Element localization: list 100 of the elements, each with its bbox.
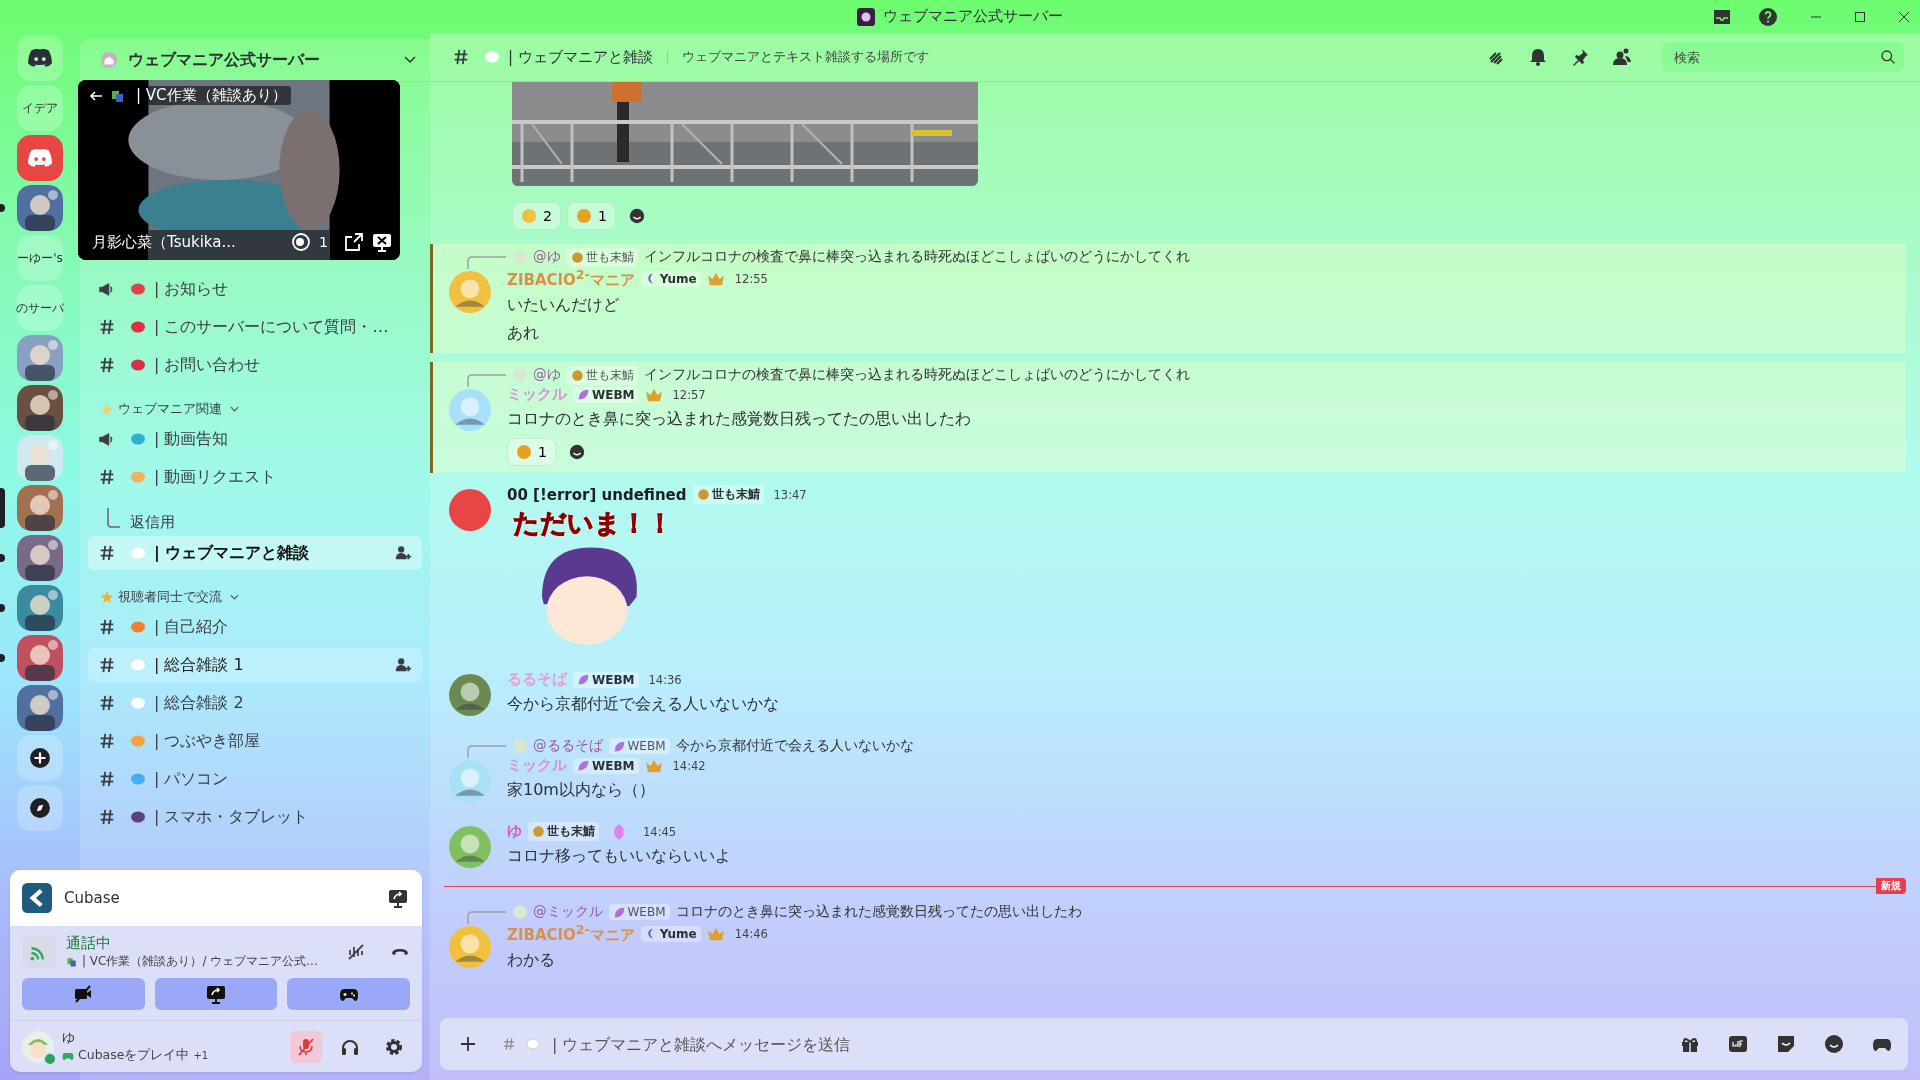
leaf-icon	[577, 759, 590, 772]
help-icon[interactable]	[1758, 6, 1778, 27]
message-text: あれ	[507, 322, 540, 344]
maximize-icon[interactable]	[1854, 10, 1866, 23]
tag-label: 世も末鯖	[547, 823, 595, 840]
chevron-icon	[230, 406, 239, 412]
message-text: 家10m以内なら（）	[507, 779, 656, 801]
reply-text[interactable]: 今から京都付近で会える人いないかな	[675, 737, 914, 755]
activity-button[interactable]	[287, 978, 410, 1010]
explore-button[interactable]	[17, 785, 63, 831]
timestamp: 14:45	[643, 824, 677, 839]
hash-icon	[98, 770, 116, 788]
bell-icon[interactable]	[1528, 47, 1548, 67]
search-input[interactable]: 検索	[1672, 48, 1880, 66]
screen-share-icon	[206, 984, 226, 1004]
server-icon[interactable]: ーゆー's	[17, 235, 63, 281]
category-header[interactable]: 視聴者同士で交流	[88, 574, 422, 610]
reply-avatar	[513, 739, 527, 753]
channel-item[interactable]: | 総合雑談 2	[88, 686, 422, 720]
message-input[interactable]: | ウェブマニアと雑談へメッセージを送信	[550, 1033, 1652, 1055]
reply-text[interactable]: コロナのとき鼻に突っ込まれた感覚数日残ってたの思い出したわ	[675, 903, 1082, 921]
hash-icon	[452, 48, 470, 66]
user-avatar[interactable]	[22, 1030, 54, 1063]
user-avatar[interactable]	[449, 826, 491, 868]
user-avatar[interactable]	[449, 389, 491, 431]
server-icon[interactable]	[17, 135, 63, 181]
reply-text[interactable]: インフルコロナの検査で鼻に棒突っ込まれる時死ぬほどこしょばいのどうにかしてくれ	[643, 366, 1190, 384]
channel-item[interactable]: | つぶやき部屋	[88, 724, 422, 758]
message-field[interactable]: | ウェブマニアと雑談へメッセージを送信	[440, 1018, 1908, 1070]
hash-icon	[98, 318, 116, 336]
add-reaction-icon[interactable]	[567, 443, 586, 461]
close-icon[interactable]	[1898, 10, 1910, 23]
leaf-icon	[612, 739, 626, 753]
search-field[interactable]: 検索	[1662, 42, 1904, 72]
channel-emoji-icon	[484, 49, 500, 65]
author-name[interactable]: 00 [!error] undefined	[507, 485, 687, 504]
home-button[interactable]	[17, 35, 63, 81]
user-avatar[interactable]	[449, 760, 491, 802]
user-avatar[interactable]	[449, 489, 491, 531]
invite-icon[interactable]	[394, 656, 412, 674]
tag-label: 世も末鯖	[585, 366, 634, 384]
channel-item[interactable]: | 自己紹介	[88, 610, 422, 644]
external-link-icon[interactable]	[344, 232, 364, 252]
gif-icon[interactable]	[1728, 1034, 1748, 1054]
message-text: コロナのとき鼻に突っ込まれた感覚数日残ってたの思い出したわ	[507, 408, 971, 430]
app-icon	[22, 883, 52, 913]
camera-button[interactable]	[22, 978, 145, 1010]
thread-item[interactable]: 返信用	[130, 513, 175, 532]
user-avatar[interactable]	[449, 674, 491, 716]
add-reaction-icon[interactable]	[627, 207, 646, 225]
timestamp: 14:42	[672, 758, 706, 773]
channel-item[interactable]: | 動画リクエスト	[88, 460, 422, 494]
reaction-button[interactable]: 1	[566, 202, 616, 230]
category-header[interactable]: ウェブマニア関連	[88, 386, 422, 422]
reply-author[interactable]: @るるそば	[533, 737, 603, 755]
mute-button[interactable]	[290, 1030, 322, 1063]
noise-suppression-icon[interactable]	[346, 942, 366, 962]
channel-item[interactable]: | お知らせ	[88, 272, 422, 306]
reply-author[interactable]: @ゆ	[533, 366, 561, 384]
timestamp: 13:47	[773, 487, 807, 502]
reaction-button[interactable]: 2	[512, 202, 561, 230]
add-server-button[interactable]	[17, 735, 63, 781]
invite-icon[interactable]	[394, 544, 412, 562]
microphone-muted-icon	[296, 1036, 316, 1057]
chevron-icon	[230, 594, 239, 600]
user-avatar[interactable]	[449, 271, 491, 313]
reaction-button[interactable]: 1	[507, 438, 556, 466]
emoji-icon[interactable]	[1824, 1034, 1844, 1054]
channel-item[interactable]: | このサーバーについて質問・…	[88, 310, 422, 344]
message-text: コロナ移ってもいいならいいよ	[507, 845, 731, 867]
sticker-icon[interactable]	[1776, 1034, 1796, 1054]
channel-item[interactable]: | スマホ・タブレット	[88, 800, 422, 834]
channel-item[interactable]: | 総合雑談 1	[88, 648, 422, 682]
share-screen-button[interactable]	[154, 978, 278, 1010]
stop-stream-icon[interactable]	[372, 232, 392, 252]
reply-author[interactable]: @ゆ	[533, 248, 561, 266]
channel-item[interactable]: | パソコン	[88, 762, 422, 796]
voice-channel[interactable]: | VC作業（雑談あり）/ ウェブマニア公式...	[82, 953, 318, 970]
server-icon[interactable]: のサーバ	[17, 285, 63, 331]
window-title: ウェブマニア公式サーバー	[883, 7, 1063, 26]
reply-text[interactable]: インフルコロナの検査で鼻に棒突っ込まれる時死ぬほどこしょばいのどうにかしてくれ	[643, 248, 1190, 266]
screen-share-icon[interactable]	[388, 888, 408, 908]
server-icon[interactable]: イデア	[17, 85, 63, 131]
leaf-icon	[577, 673, 590, 686]
channel-item[interactable]: | お問い合わせ	[88, 348, 422, 382]
emoji-icon	[575, 208, 592, 224]
timestamp: 14:46	[734, 926, 768, 941]
video-popout[interactable]: | VC作業（雑談あり） 月影心菜（Tsukika... 1	[78, 80, 400, 260]
user-avatar[interactable]	[449, 926, 491, 968]
voice-status: 通話中	[66, 934, 112, 953]
channel-emoji-icon	[526, 1037, 540, 1051]
plus-icon[interactable]	[458, 1034, 478, 1054]
channel-item[interactable]: | ウェブマニアと雑談	[88, 536, 422, 570]
camera-off-icon	[73, 984, 94, 1004]
hash-icon	[98, 468, 116, 486]
chevron-down-icon	[404, 56, 416, 64]
members-icon[interactable]	[1612, 47, 1632, 67]
tag-label: 世も末鯖	[711, 486, 760, 503]
new-messages-badge: 新規	[1876, 878, 1906, 894]
channel-item[interactable]: | 動画告知	[88, 422, 422, 456]
